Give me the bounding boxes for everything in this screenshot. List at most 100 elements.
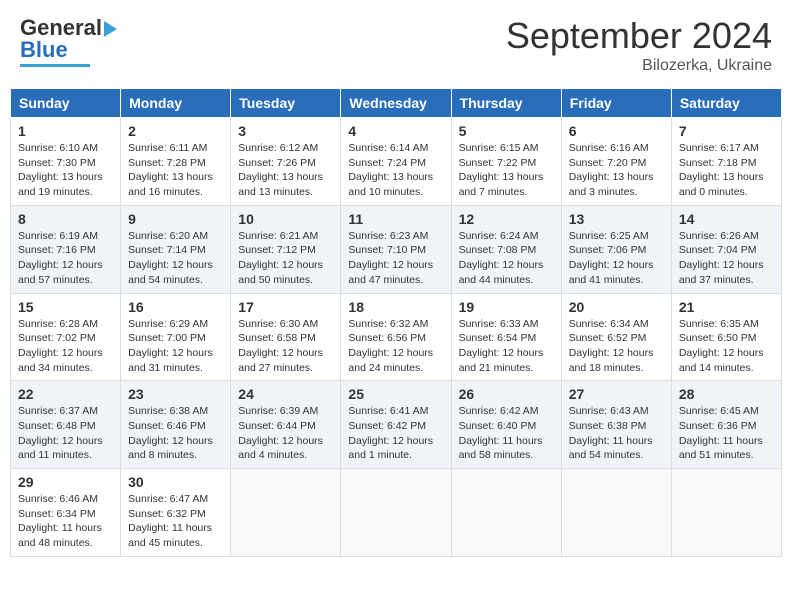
- cell-info: Sunrise: 6:17 AMSunset: 7:18 PMDaylight:…: [679, 142, 764, 198]
- table-row: 25 Sunrise: 6:41 AMSunset: 6:42 PMDaylig…: [341, 381, 451, 469]
- cell-info: Sunrise: 6:47 AMSunset: 6:32 PMDaylight:…: [128, 493, 212, 549]
- day-number: 15: [18, 299, 113, 315]
- calendar-week-row: 15 Sunrise: 6:28 AMSunset: 7:02 PMDaylig…: [11, 293, 782, 381]
- day-number: 22: [18, 386, 113, 402]
- table-row: 14 Sunrise: 6:26 AMSunset: 7:04 PMDaylig…: [671, 205, 781, 293]
- day-number: 20: [569, 299, 664, 315]
- calendar-header-monday: Monday: [121, 89, 231, 118]
- day-number: 24: [238, 386, 333, 402]
- table-row: [231, 469, 341, 557]
- cell-info: Sunrise: 6:19 AMSunset: 7:16 PMDaylight:…: [18, 230, 103, 286]
- table-row: 19 Sunrise: 6:33 AMSunset: 6:54 PMDaylig…: [451, 293, 561, 381]
- day-number: 16: [128, 299, 223, 315]
- table-row: 15 Sunrise: 6:28 AMSunset: 7:02 PMDaylig…: [11, 293, 121, 381]
- cell-info: Sunrise: 6:11 AMSunset: 7:28 PMDaylight:…: [128, 142, 213, 198]
- calendar-header-wednesday: Wednesday: [341, 89, 451, 118]
- table-row: [451, 469, 561, 557]
- calendar-header-tuesday: Tuesday: [231, 89, 341, 118]
- cell-info: Sunrise: 6:29 AMSunset: 7:00 PMDaylight:…: [128, 318, 213, 374]
- cell-info: Sunrise: 6:42 AMSunset: 6:40 PMDaylight:…: [459, 405, 543, 461]
- table-row: 26 Sunrise: 6:42 AMSunset: 6:40 PMDaylig…: [451, 381, 561, 469]
- calendar-week-row: 8 Sunrise: 6:19 AMSunset: 7:16 PMDayligh…: [11, 205, 782, 293]
- day-number: 14: [679, 211, 774, 227]
- location-subtitle: Bilozerka, Ukraine: [506, 57, 772, 75]
- cell-info: Sunrise: 6:33 AMSunset: 6:54 PMDaylight:…: [459, 318, 544, 374]
- day-number: 13: [569, 211, 664, 227]
- table-row: 7 Sunrise: 6:17 AMSunset: 7:18 PMDayligh…: [671, 118, 781, 206]
- day-number: 3: [238, 123, 333, 139]
- day-number: 30: [128, 474, 223, 490]
- table-row: 2 Sunrise: 6:11 AMSunset: 7:28 PMDayligh…: [121, 118, 231, 206]
- logo-arrow-icon: [104, 21, 117, 37]
- table-row: [671, 469, 781, 557]
- cell-info: Sunrise: 6:25 AMSunset: 7:06 PMDaylight:…: [569, 230, 654, 286]
- day-number: 9: [128, 211, 223, 227]
- title-block: September 2024 Bilozerka, Ukraine: [506, 15, 772, 75]
- cell-info: Sunrise: 6:20 AMSunset: 7:14 PMDaylight:…: [128, 230, 213, 286]
- table-row: 3 Sunrise: 6:12 AMSunset: 7:26 PMDayligh…: [231, 118, 341, 206]
- table-row: 8 Sunrise: 6:19 AMSunset: 7:16 PMDayligh…: [11, 205, 121, 293]
- cell-info: Sunrise: 6:26 AMSunset: 7:04 PMDaylight:…: [679, 230, 764, 286]
- calendar-week-row: 22 Sunrise: 6:37 AMSunset: 6:48 PMDaylig…: [11, 381, 782, 469]
- cell-info: Sunrise: 6:28 AMSunset: 7:02 PMDaylight:…: [18, 318, 103, 374]
- cell-info: Sunrise: 6:35 AMSunset: 6:50 PMDaylight:…: [679, 318, 764, 374]
- calendar-week-row: 29 Sunrise: 6:46 AMSunset: 6:34 PMDaylig…: [11, 469, 782, 557]
- table-row: 12 Sunrise: 6:24 AMSunset: 7:08 PMDaylig…: [451, 205, 561, 293]
- day-number: 26: [459, 386, 554, 402]
- table-row: 4 Sunrise: 6:14 AMSunset: 7:24 PMDayligh…: [341, 118, 451, 206]
- day-number: 27: [569, 386, 664, 402]
- day-number: 21: [679, 299, 774, 315]
- day-number: 6: [569, 123, 664, 139]
- day-number: 5: [459, 123, 554, 139]
- table-row: 11 Sunrise: 6:23 AMSunset: 7:10 PMDaylig…: [341, 205, 451, 293]
- logo: General Blue: [20, 15, 117, 67]
- day-number: 25: [348, 386, 443, 402]
- table-row: 29 Sunrise: 6:46 AMSunset: 6:34 PMDaylig…: [11, 469, 121, 557]
- day-number: 1: [18, 123, 113, 139]
- calendar-week-row: 1 Sunrise: 6:10 AMSunset: 7:30 PMDayligh…: [11, 118, 782, 206]
- table-row: 13 Sunrise: 6:25 AMSunset: 7:06 PMDaylig…: [561, 205, 671, 293]
- day-number: 18: [348, 299, 443, 315]
- calendar-header-saturday: Saturday: [671, 89, 781, 118]
- calendar-table: SundayMondayTuesdayWednesdayThursdayFrid…: [10, 88, 782, 557]
- day-number: 23: [128, 386, 223, 402]
- cell-info: Sunrise: 6:32 AMSunset: 6:56 PMDaylight:…: [348, 318, 433, 374]
- logo-underline: [20, 64, 90, 67]
- cell-info: Sunrise: 6:21 AMSunset: 7:12 PMDaylight:…: [238, 230, 323, 286]
- cell-info: Sunrise: 6:43 AMSunset: 6:38 PMDaylight:…: [569, 405, 653, 461]
- table-row: 22 Sunrise: 6:37 AMSunset: 6:48 PMDaylig…: [11, 381, 121, 469]
- cell-info: Sunrise: 6:38 AMSunset: 6:46 PMDaylight:…: [128, 405, 213, 461]
- table-row: 10 Sunrise: 6:21 AMSunset: 7:12 PMDaylig…: [231, 205, 341, 293]
- table-row: 23 Sunrise: 6:38 AMSunset: 6:46 PMDaylig…: [121, 381, 231, 469]
- day-number: 28: [679, 386, 774, 402]
- table-row: 21 Sunrise: 6:35 AMSunset: 6:50 PMDaylig…: [671, 293, 781, 381]
- cell-info: Sunrise: 6:34 AMSunset: 6:52 PMDaylight:…: [569, 318, 654, 374]
- page-header: General Blue September 2024 Bilozerka, U…: [10, 10, 782, 80]
- cell-info: Sunrise: 6:10 AMSunset: 7:30 PMDaylight:…: [18, 142, 103, 198]
- calendar-header-sunday: Sunday: [11, 89, 121, 118]
- cell-info: Sunrise: 6:12 AMSunset: 7:26 PMDaylight:…: [238, 142, 323, 198]
- cell-info: Sunrise: 6:39 AMSunset: 6:44 PMDaylight:…: [238, 405, 323, 461]
- table-row: 17 Sunrise: 6:30 AMSunset: 6:58 PMDaylig…: [231, 293, 341, 381]
- cell-info: Sunrise: 6:15 AMSunset: 7:22 PMDaylight:…: [459, 142, 544, 198]
- cell-info: Sunrise: 6:23 AMSunset: 7:10 PMDaylight:…: [348, 230, 433, 286]
- day-number: 19: [459, 299, 554, 315]
- table-row: 30 Sunrise: 6:47 AMSunset: 6:32 PMDaylig…: [121, 469, 231, 557]
- cell-info: Sunrise: 6:46 AMSunset: 6:34 PMDaylight:…: [18, 493, 102, 549]
- day-number: 11: [348, 211, 443, 227]
- cell-info: Sunrise: 6:45 AMSunset: 6:36 PMDaylight:…: [679, 405, 763, 461]
- day-number: 10: [238, 211, 333, 227]
- calendar-header-row: SundayMondayTuesdayWednesdayThursdayFrid…: [11, 89, 782, 118]
- table-row: [561, 469, 671, 557]
- table-row: 16 Sunrise: 6:29 AMSunset: 7:00 PMDaylig…: [121, 293, 231, 381]
- cell-info: Sunrise: 6:30 AMSunset: 6:58 PMDaylight:…: [238, 318, 323, 374]
- table-row: 24 Sunrise: 6:39 AMSunset: 6:44 PMDaylig…: [231, 381, 341, 469]
- table-row: 28 Sunrise: 6:45 AMSunset: 6:36 PMDaylig…: [671, 381, 781, 469]
- cell-info: Sunrise: 6:37 AMSunset: 6:48 PMDaylight:…: [18, 405, 103, 461]
- table-row: 9 Sunrise: 6:20 AMSunset: 7:14 PMDayligh…: [121, 205, 231, 293]
- month-title: September 2024: [506, 15, 772, 57]
- cell-info: Sunrise: 6:24 AMSunset: 7:08 PMDaylight:…: [459, 230, 544, 286]
- table-row: 6 Sunrise: 6:16 AMSunset: 7:20 PMDayligh…: [561, 118, 671, 206]
- day-number: 2: [128, 123, 223, 139]
- table-row: 5 Sunrise: 6:15 AMSunset: 7:22 PMDayligh…: [451, 118, 561, 206]
